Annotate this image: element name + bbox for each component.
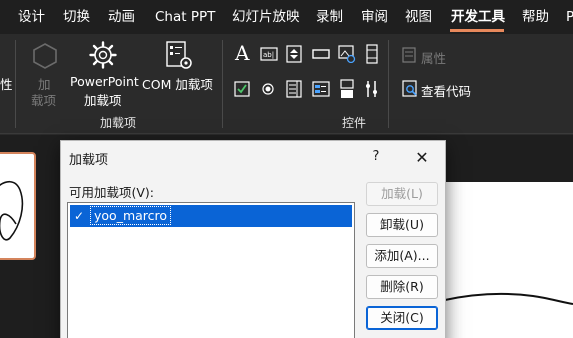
help-button[interactable]: ? bbox=[366, 147, 386, 167]
more-controls-icon[interactable] bbox=[364, 79, 380, 99]
available-addins-label: 可用加载项(V): bbox=[69, 185, 155, 200]
toggle-icon[interactable] bbox=[340, 79, 354, 99]
ribbon-separator bbox=[15, 40, 16, 128]
listbox-icon[interactable] bbox=[286, 80, 302, 98]
close-button[interactable]: 关闭(C) bbox=[366, 306, 438, 330]
view-code-icon bbox=[402, 80, 417, 97]
ribbon-cut-label: 性 bbox=[0, 77, 13, 92]
menu-chat-ppt[interactable]: Chat PPT bbox=[155, 0, 215, 34]
properties-label: 属性 bbox=[421, 51, 447, 66]
menu-view[interactable]: 视图 bbox=[405, 0, 432, 34]
powerpoint-addins-label-1: PowerPoint bbox=[70, 74, 139, 89]
menu-more[interactable]: P bbox=[566, 0, 573, 34]
add-button[interactable]: 添加(A)... bbox=[366, 244, 438, 268]
ribbon-separator bbox=[388, 40, 389, 128]
group-label-controls: 控件 bbox=[342, 116, 367, 130]
view-code-label: 查看代码 bbox=[421, 84, 472, 99]
label-control-icon[interactable]: A bbox=[235, 42, 253, 64]
slide-drawing bbox=[444, 292, 573, 305]
properties-icon bbox=[402, 47, 416, 63]
spinner-icon[interactable] bbox=[286, 45, 302, 63]
ribbon: 性 加 载项 PowerPoint 加载项 COM 加载项 加载项 A ab| … bbox=[0, 34, 573, 134]
radio-icon[interactable] bbox=[262, 83, 274, 95]
checkbox-icon[interactable] bbox=[234, 81, 250, 97]
gear-settings-icon bbox=[89, 41, 117, 69]
addin-name: yoo_marcro bbox=[90, 206, 172, 225]
load-button[interactable]: 加载(L) bbox=[366, 182, 438, 206]
slide-canvas[interactable] bbox=[443, 182, 573, 338]
textbox-icon[interactable]: ab| bbox=[260, 47, 278, 61]
slide-thumbnail[interactable] bbox=[0, 152, 36, 260]
button-icon[interactable] bbox=[312, 49, 330, 59]
menu-bar: 设计 切换 动画 Chat PPT 幻灯片放映 录制 审阅 视图 开发工具 帮助… bbox=[0, 0, 573, 34]
scrollbar-icon[interactable] bbox=[366, 44, 378, 64]
powerpoint-window: 设计 切换 动画 Chat PPT 幻灯片放映 录制 审阅 视图 开发工具 帮助… bbox=[0, 0, 573, 338]
menu-record[interactable]: 录制 bbox=[316, 0, 343, 34]
com-addins-label: COM 加载项 bbox=[142, 77, 213, 92]
image-control-icon[interactable] bbox=[338, 45, 356, 63]
menu-help[interactable]: 帮助 bbox=[522, 0, 549, 34]
com-addins-icon bbox=[166, 41, 192, 69]
addins-listbox[interactable]: ✓ yoo_marcro bbox=[67, 202, 355, 338]
menu-animations[interactable]: 动画 bbox=[108, 0, 135, 34]
powerpoint-addins-label-2: 加载项 bbox=[84, 93, 122, 108]
svg-text:ab|: ab| bbox=[263, 51, 274, 59]
addins-dialog: 加载项 ? ✕ 可用加载项(V): ✓ yoo_marcro 加载(L) 卸载(… bbox=[60, 140, 446, 338]
menu-transitions[interactable]: 切换 bbox=[63, 0, 90, 34]
combobox-icon[interactable] bbox=[312, 81, 330, 97]
group-label-addins: 加载项 bbox=[100, 116, 137, 130]
remove-button[interactable]: 删除(R) bbox=[366, 275, 438, 299]
ribbon-separator bbox=[222, 40, 223, 128]
unload-button[interactable]: 卸载(U) bbox=[366, 213, 438, 237]
menu-review[interactable]: 审阅 bbox=[361, 0, 388, 34]
menu-slideshow[interactable]: 幻灯片放映 bbox=[232, 0, 300, 34]
active-tab-indicator bbox=[450, 29, 504, 32]
addins-label-2: 载项 bbox=[31, 93, 57, 108]
close-icon[interactable]: ✕ bbox=[411, 147, 433, 169]
list-item[interactable]: ✓ yoo_marcro bbox=[70, 205, 352, 227]
gear-icon bbox=[33, 43, 57, 69]
menu-design[interactable]: 设计 bbox=[18, 0, 45, 34]
checkmark-icon[interactable]: ✓ bbox=[72, 209, 86, 223]
dialog-title: 加载项 bbox=[69, 153, 109, 168]
thumbnail-drawing bbox=[0, 180, 24, 241]
